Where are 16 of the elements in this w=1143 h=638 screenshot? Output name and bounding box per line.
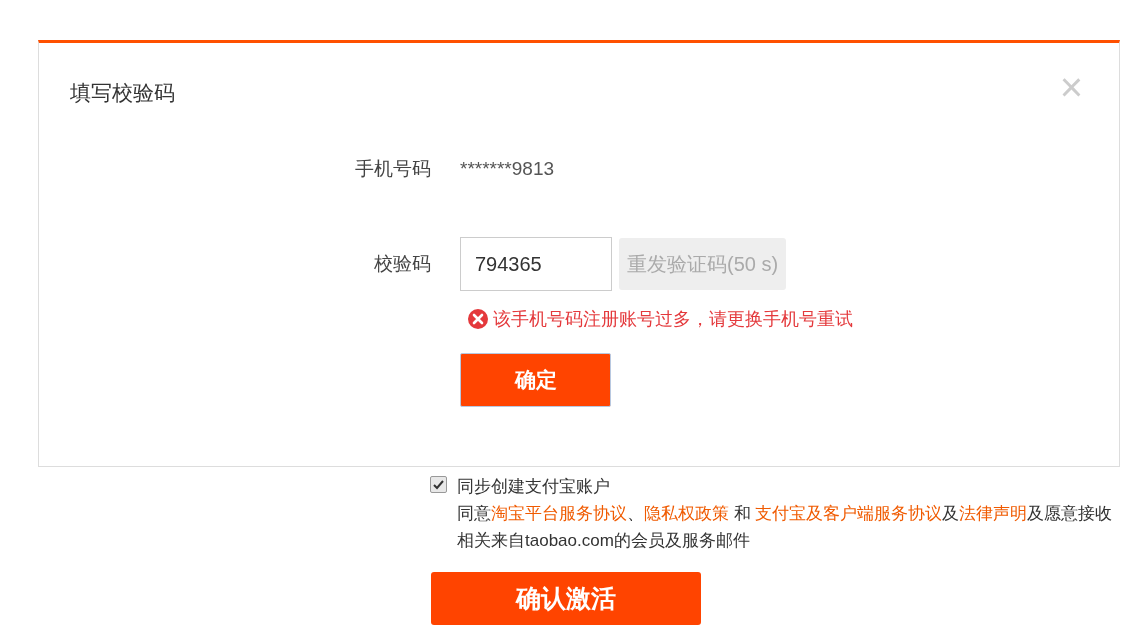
confirm-button[interactable]: 确定 — [460, 353, 611, 407]
phone-number: *******9813 — [460, 158, 555, 180]
agreement-link[interactable]: 支付宝及客户端服务协议 — [755, 504, 943, 523]
agreement-text: 同意淘宝平台服务协议、隐私权政策 和 支付宝及客户端服务协议及法律声明及愿意接收相关来自taobao.com的会员及服务邮件 — [457, 503, 1114, 552]
dialog-title: 填写校验码 — [70, 80, 175, 106]
phone-label: 手机号码 — [354, 157, 431, 181]
agreement-link[interactable]: 淘宝平台服务协议 — [491, 504, 627, 523]
error-message: 该手机号码注册账号过多，请更换手机号重试 — [493, 308, 853, 331]
code-input-field[interactable]: 794365 — [460, 237, 612, 291]
activate-button[interactable]: 确认激活 — [431, 572, 701, 625]
agreement-link[interactable]: 隐私权政策 — [644, 504, 729, 523]
agreement-link[interactable]: 法律声明 — [959, 504, 1028, 523]
code-label: 校验码 — [373, 252, 431, 276]
error-icon — [468, 309, 488, 329]
alipay-checkbox[interactable] — [430, 476, 447, 493]
checkbox-label: 同步创建支付宝账户 — [457, 476, 611, 498]
